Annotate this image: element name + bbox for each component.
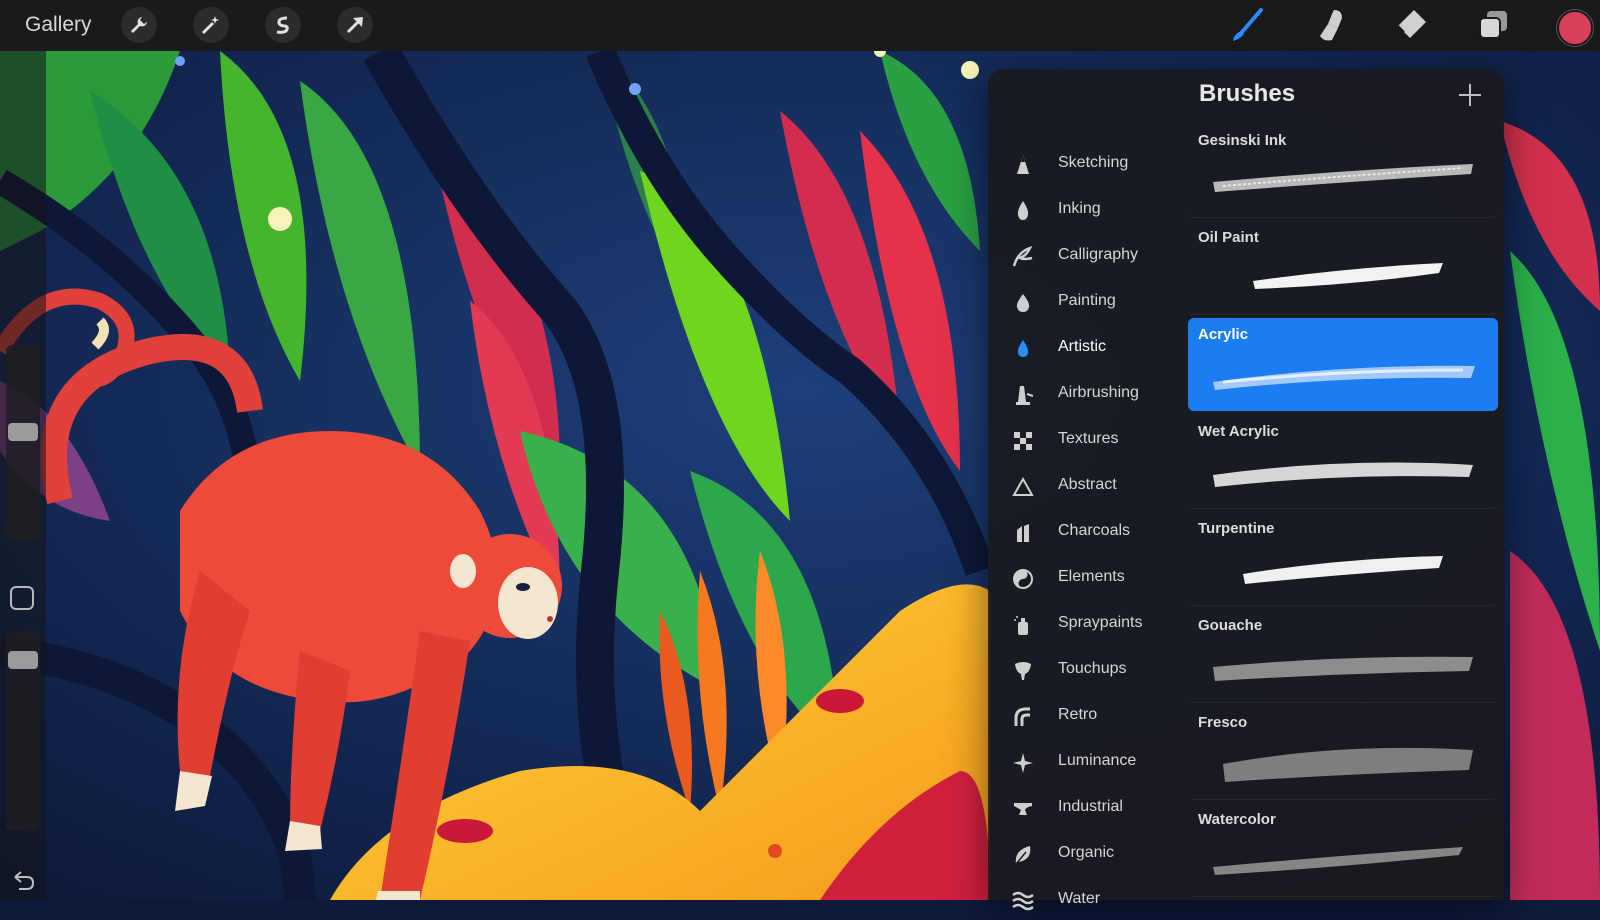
yin-yang-icon (1013, 569, 1033, 589)
brush-gesinski-ink[interactable]: Gesinski Ink (1188, 124, 1498, 218)
category-calligraphy[interactable]: Calligraphy (988, 236, 1188, 276)
plus-icon[interactable] (1456, 81, 1484, 109)
sparkle-icon (1013, 753, 1033, 773)
opacity-thumb[interactable] (8, 651, 38, 669)
brush-library-panel: Brushes Sketching Inking Calligraphy Pai… (988, 69, 1504, 911)
textures-icon (1014, 432, 1032, 450)
wrench-icon (131, 17, 147, 33)
selection-icon (276, 16, 289, 34)
waves-icon (1012, 891, 1034, 911)
brush-gouache[interactable]: Gouache (1188, 609, 1498, 703)
category-inking[interactable]: Inking (988, 190, 1188, 230)
brush-acrylic[interactable]: Acrylic (1188, 318, 1498, 411)
category-touchups[interactable]: Touchups (988, 650, 1188, 690)
category-charcoals[interactable]: Charcoals (988, 512, 1188, 552)
smudge-icon (1320, 10, 1342, 41)
actions-button[interactable] (121, 7, 157, 43)
category-luminance[interactable]: Luminance (988, 742, 1188, 782)
category-industrial[interactable]: Industrial (988, 788, 1188, 828)
selection-button[interactable] (265, 7, 301, 43)
left-sidebar (0, 51, 46, 900)
category-airbrushing[interactable]: Airbrushing (988, 374, 1188, 414)
panel-title: Brushes (1199, 80, 1296, 107)
color-picker-button[interactable] (1557, 10, 1593, 46)
brush-stroke-preview (1213, 365, 1475, 390)
spraycan-icon (1014, 616, 1028, 635)
eraser-icon (1397, 10, 1426, 38)
leaf-icon (1015, 846, 1031, 865)
top-toolbar: Gallery (0, 0, 1600, 51)
brush-icon (1233, 8, 1263, 41)
airbrush-icon (1016, 386, 1034, 405)
smudge-tool-button[interactable] (1310, 6, 1348, 44)
category-water[interactable]: Water (988, 880, 1188, 920)
category-elements[interactable]: Elements (988, 558, 1188, 598)
category-artistic[interactable]: Artistic (988, 328, 1188, 368)
charcoal-icon (1017, 524, 1029, 542)
category-retro[interactable]: Retro (988, 696, 1188, 736)
category-sketching[interactable]: Sketching (988, 144, 1188, 184)
brush-tool-button[interactable] (1228, 6, 1266, 44)
brush-size-thumb[interactable] (8, 423, 38, 441)
category-textures[interactable]: Textures (988, 420, 1188, 460)
undo-icon[interactable] (11, 871, 35, 891)
category-organic[interactable]: Organic (988, 834, 1188, 874)
calligraphy-icon (1012, 246, 1033, 267)
magic-wand-icon (201, 16, 219, 35)
brush-stroke-preview (1213, 164, 1473, 192)
gallery-button[interactable]: Gallery (25, 13, 92, 37)
brush-wet-acrylic[interactable]: Wet Acrylic (1188, 415, 1498, 509)
brush-turpentine[interactable]: Turpentine (1188, 512, 1498, 606)
anvil-icon (1014, 803, 1032, 815)
brush-watercolor[interactable]: Watercolor (1188, 803, 1498, 897)
transform-arrow-icon (346, 17, 363, 34)
brush-fresco[interactable]: Fresco (1188, 706, 1498, 800)
opacity-slider[interactable] (6, 631, 40, 831)
sketching-icon (1017, 155, 1029, 174)
layers-icon (1479, 11, 1507, 39)
category-spraypaints[interactable]: Spraypaints (988, 604, 1188, 644)
retro-icon (1014, 707, 1030, 726)
layers-button[interactable] (1474, 6, 1512, 44)
ink-drop-icon (1017, 201, 1029, 220)
modify-button[interactable] (10, 586, 34, 610)
abstract-triangle-icon (1012, 476, 1034, 496)
paint-drop-icon (1016, 294, 1030, 312)
category-painting[interactable]: Painting (988, 282, 1188, 322)
eraser-tool-button[interactable] (1392, 6, 1430, 44)
adjustments-button[interactable] (193, 7, 229, 43)
brush-size-slider[interactable] (6, 345, 40, 541)
artistic-drop-icon (1017, 340, 1029, 357)
touchup-icon (1015, 662, 1031, 680)
brush-oil-paint[interactable]: Oil Paint (1188, 221, 1498, 315)
category-abstract[interactable]: Abstract (988, 466, 1188, 506)
brush-stroke-preview (1213, 656, 1473, 681)
brush-stroke-preview (1223, 747, 1473, 782)
brush-stroke-preview (1213, 847, 1463, 875)
brush-stroke-preview (1243, 556, 1443, 584)
brush-stroke-preview (1253, 263, 1443, 289)
brush-stroke-preview (1213, 462, 1473, 487)
transform-button[interactable] (337, 7, 373, 43)
